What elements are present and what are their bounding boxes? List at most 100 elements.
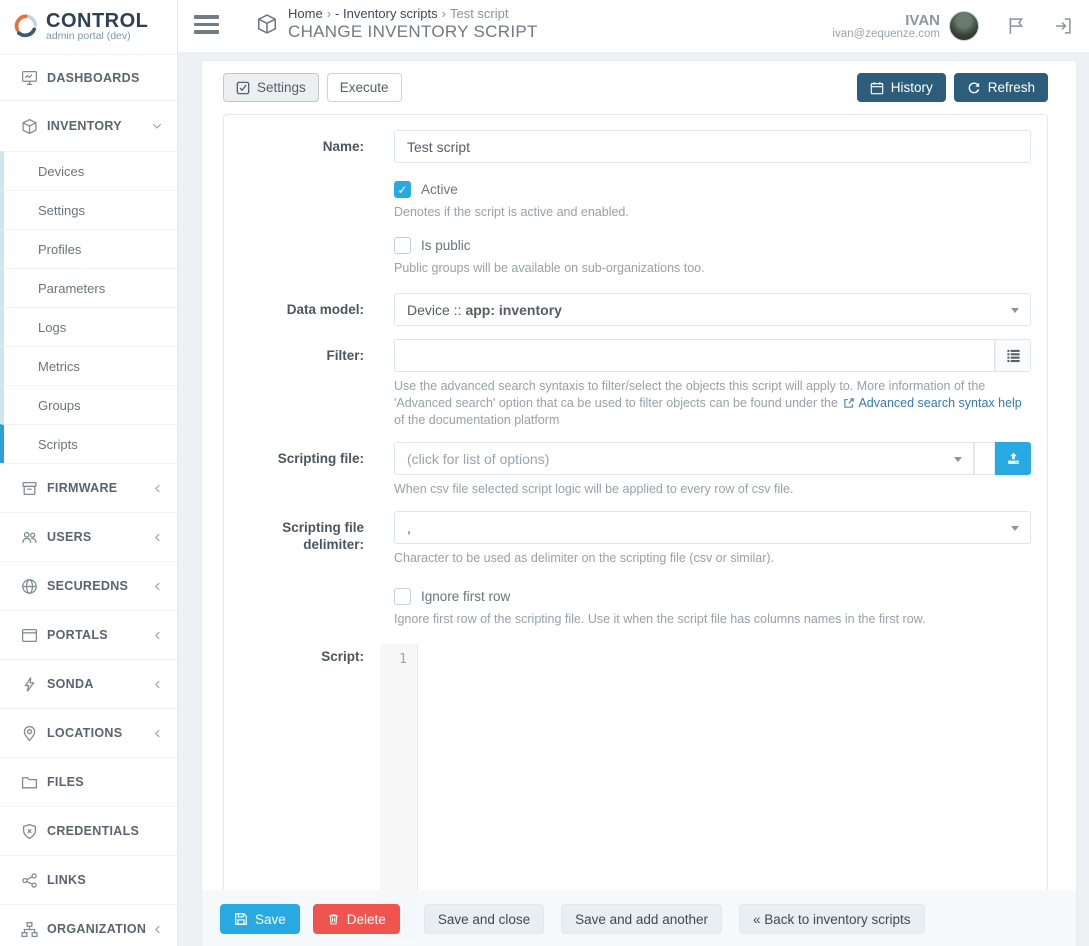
avatar[interactable] bbox=[949, 11, 979, 41]
chevron-left-icon bbox=[152, 728, 163, 739]
sidebar: CONTROL admin portal (dev) DASHBOARDS IN… bbox=[0, 0, 178, 946]
breadcrumb-section-link[interactable]: - Inventory scripts bbox=[335, 6, 438, 21]
top-header: Home›- Inventory scripts›Test script CHA… bbox=[178, 0, 1089, 52]
hamburger-menu-icon[interactable] bbox=[194, 15, 219, 38]
sidebar-item-profiles[interactable]: Profiles bbox=[0, 229, 177, 268]
script-form: Name: ✓ Active Denotes if the script is … bbox=[223, 114, 1048, 946]
flag-icon[interactable] bbox=[1006, 16, 1026, 36]
filter-help: Use the advanced search syntaxis to filt… bbox=[394, 378, 1031, 429]
advanced-search-help-link[interactable]: Advanced search syntax help bbox=[841, 396, 1021, 410]
sidebar-item-firmware[interactable]: FIRMWARE bbox=[0, 463, 177, 512]
dashboard-icon bbox=[21, 69, 38, 86]
name-row: Name: bbox=[224, 130, 1047, 163]
sitemap-icon bbox=[21, 921, 38, 938]
back-to-inventory-scripts-button[interactable]: « Back to inventory scripts bbox=[739, 904, 925, 934]
scripting-file-row: Scripting file: (click for list of optio… bbox=[224, 442, 1047, 498]
save-and-close-button[interactable]: Save and close bbox=[424, 904, 544, 934]
upload-file-button[interactable] bbox=[995, 442, 1031, 475]
list-icon bbox=[1006, 348, 1021, 363]
brand-swirl-icon bbox=[13, 13, 39, 39]
active-help: Denotes if the script is active and enab… bbox=[394, 204, 1031, 221]
filter-input[interactable] bbox=[394, 339, 995, 372]
trash-icon bbox=[327, 912, 340, 926]
refresh-icon bbox=[967, 81, 981, 95]
delete-button[interactable]: Delete bbox=[313, 904, 400, 934]
sidebar-item-users[interactable]: USERS bbox=[0, 512, 177, 561]
sidebar-item-metrics[interactable]: Metrics bbox=[0, 346, 177, 385]
sidebar-item-securedns[interactable]: SECUREDNS bbox=[0, 561, 177, 610]
is-public-help: Public groups will be available on sub-o… bbox=[394, 260, 1031, 277]
sidebar-item-parameters[interactable]: Parameters bbox=[0, 268, 177, 307]
data-model-label: Data model: bbox=[224, 293, 394, 326]
settings-tab-button[interactable]: Settings bbox=[223, 73, 319, 102]
history-button[interactable]: History bbox=[857, 73, 946, 102]
sidebar-item-dashboards[interactable]: DASHBOARDS bbox=[0, 55, 177, 100]
active-label: Active bbox=[421, 182, 458, 197]
chevron-left-icon bbox=[152, 679, 163, 690]
sidebar-item-groups[interactable]: Groups bbox=[0, 385, 177, 424]
delimiter-help: Character to be used as delimiter on the… bbox=[394, 550, 1031, 567]
sidebar-item-settings[interactable]: Settings bbox=[0, 190, 177, 229]
name-input[interactable] bbox=[394, 130, 1031, 163]
sidebar-item-inventory[interactable]: INVENTORY bbox=[0, 100, 177, 151]
execute-tab-button[interactable]: Execute bbox=[327, 73, 402, 102]
filter-row: Filter: bbox=[224, 339, 1047, 429]
delimiter-row: Scripting file delimiter: , Character to… bbox=[224, 511, 1047, 567]
ignore-first-row-checkbox[interactable] bbox=[394, 588, 411, 605]
delimiter-select[interactable]: , bbox=[394, 511, 1031, 544]
scripting-file-label: Scripting file: bbox=[224, 442, 394, 498]
sidebar-item-label: DASHBOARDS bbox=[47, 71, 140, 85]
sidebar-item-portals[interactable]: PORTALS bbox=[0, 610, 177, 659]
calendar-icon bbox=[870, 81, 884, 95]
chevron-left-icon bbox=[152, 581, 163, 592]
folder-icon bbox=[21, 774, 38, 791]
globe-icon bbox=[21, 578, 38, 595]
caret-down-icon bbox=[954, 457, 962, 462]
filter-label: Filter: bbox=[224, 339, 394, 429]
chevron-left-icon bbox=[152, 532, 163, 543]
sidebar-item-files[interactable]: FILES bbox=[0, 757, 177, 806]
data-model-select[interactable]: Device ::app: inventory bbox=[394, 293, 1031, 326]
scripting-file-select[interactable]: (click for list of options) bbox=[394, 442, 974, 475]
scripting-file-help: When csv file selected script logic will… bbox=[394, 481, 1031, 498]
firmware-box-icon bbox=[21, 480, 38, 497]
active-checkbox[interactable]: ✓ bbox=[394, 181, 411, 198]
inventory-cube-icon bbox=[256, 13, 278, 42]
bolt-icon bbox=[21, 676, 38, 693]
logout-icon[interactable] bbox=[1053, 16, 1073, 36]
sidebar-item-links[interactable]: LINKS bbox=[0, 855, 177, 904]
share-icon bbox=[21, 872, 38, 889]
caret-down-icon bbox=[1011, 308, 1019, 313]
sidebar-item-organization[interactable]: ORGANIZATION bbox=[0, 904, 177, 946]
user-name: IVAN bbox=[832, 13, 940, 28]
sidebar-item-label: INVENTORY bbox=[47, 119, 122, 133]
ignore-first-row-label: Ignore first row bbox=[421, 589, 510, 604]
check-square-icon bbox=[236, 81, 250, 95]
sidebar-item-sonda[interactable]: SONDA bbox=[0, 659, 177, 708]
sidebar-item-scripts[interactable]: Scripts bbox=[0, 424, 177, 463]
sidebar-item-locations[interactable]: LOCATIONS bbox=[0, 708, 177, 757]
toolbar: Settings Execute History bbox=[223, 73, 1048, 102]
is-public-checkbox[interactable] bbox=[394, 237, 411, 254]
script-panel: Settings Execute History bbox=[201, 60, 1077, 946]
chevron-left-icon bbox=[152, 483, 163, 494]
delimiter-label: Scripting file delimiter: bbox=[224, 511, 394, 567]
breadcrumb: Home›- Inventory scripts›Test script bbox=[288, 6, 538, 21]
brand-logo[interactable]: CONTROL admin portal (dev) bbox=[0, 0, 177, 52]
chevron-down-icon bbox=[151, 120, 163, 132]
breadcrumb-home-link[interactable]: Home bbox=[288, 6, 323, 21]
save-button[interactable]: Save bbox=[220, 904, 300, 934]
user-email: ivan@zequenze.com bbox=[832, 28, 940, 40]
name-label: Name: bbox=[224, 130, 394, 163]
refresh-button[interactable]: Refresh bbox=[954, 73, 1048, 102]
filter-list-button[interactable] bbox=[995, 339, 1031, 372]
save-and-add-another-button[interactable]: Save and add another bbox=[561, 904, 722, 934]
map-pin-icon bbox=[21, 725, 38, 742]
scripting-file-clear-button[interactable] bbox=[974, 442, 995, 475]
chevron-left-icon bbox=[152, 630, 163, 641]
sidebar-item-logs[interactable]: Logs bbox=[0, 307, 177, 346]
is-public-label: Is public bbox=[421, 238, 471, 253]
sidebar-item-credentials[interactable]: CREDENTIALS bbox=[0, 806, 177, 855]
sidebar-item-devices[interactable]: Devices bbox=[0, 151, 177, 190]
chevron-left-icon bbox=[152, 924, 163, 935]
